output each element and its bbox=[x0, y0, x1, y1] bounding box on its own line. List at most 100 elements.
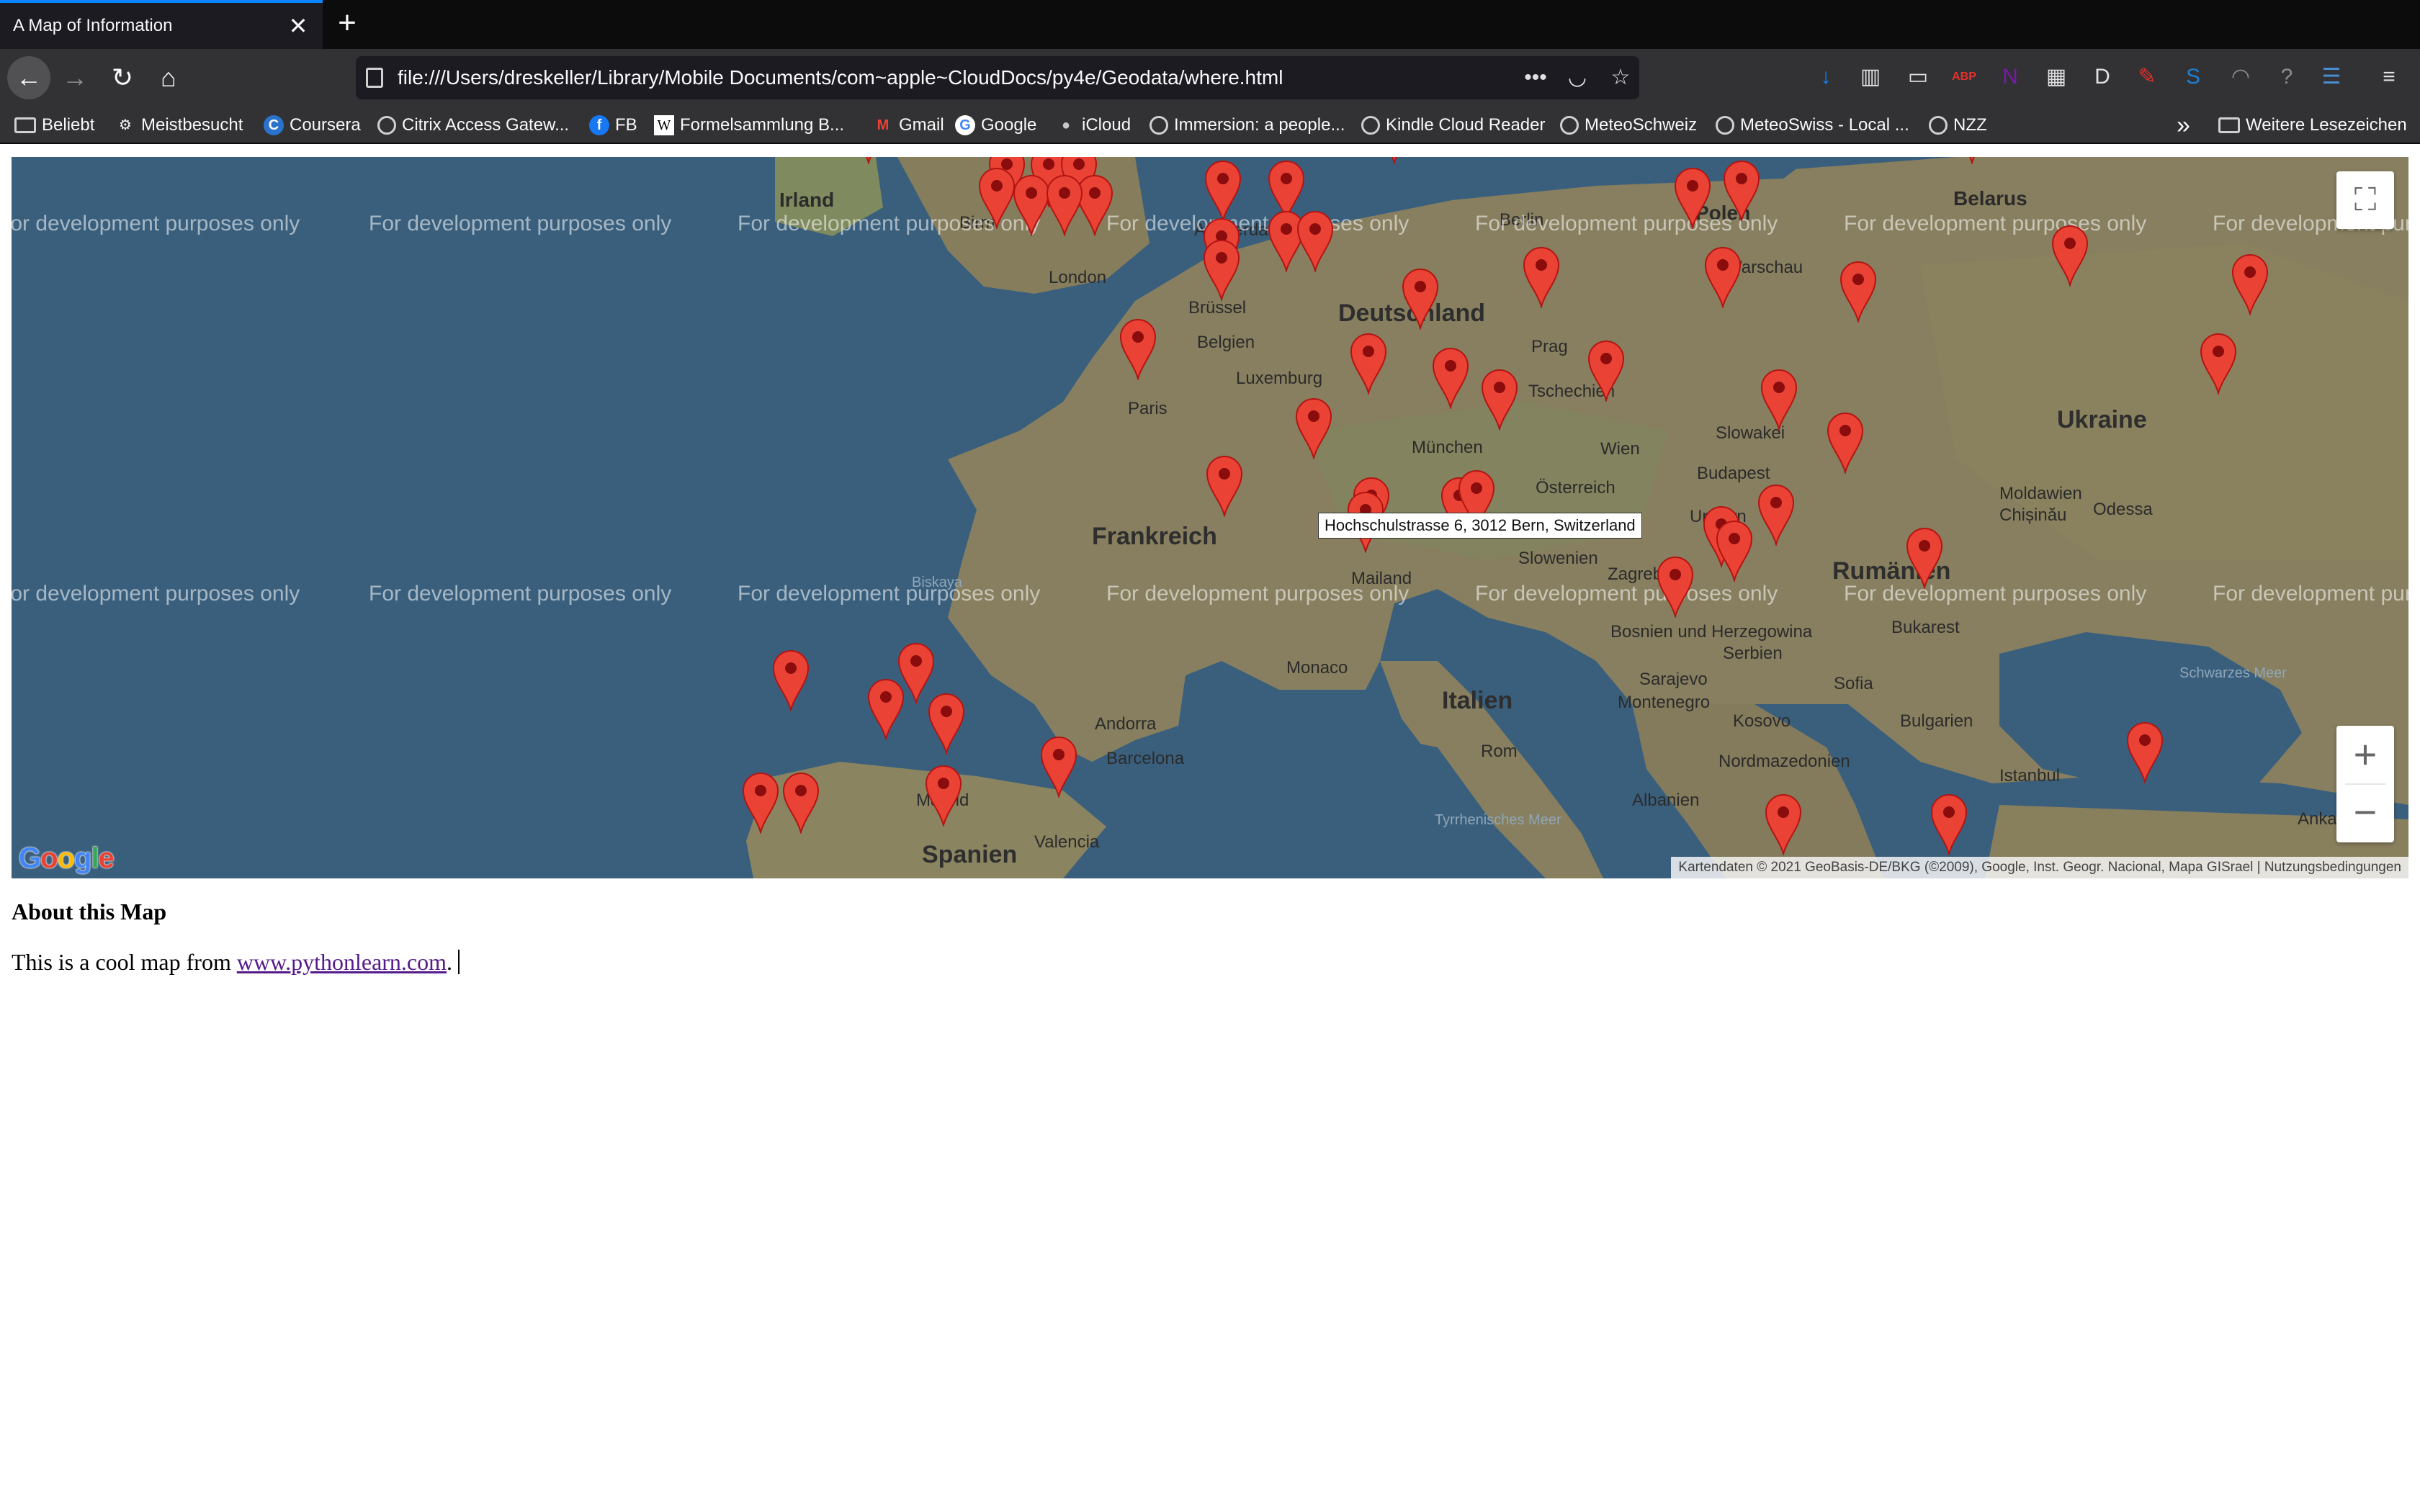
map-marker[interactable] bbox=[1295, 209, 1335, 272]
map-attribution[interactable]: Kartendaten © 2021 GeoBasis-DE/BKG (©200… bbox=[1671, 857, 2408, 878]
map-marker[interactable] bbox=[1721, 158, 1762, 222]
map-marker[interactable] bbox=[1203, 158, 1243, 222]
map-marker[interactable] bbox=[1400, 266, 1440, 330]
map-marker[interactable] bbox=[2050, 223, 2090, 287]
google-logo[interactable]: Google bbox=[19, 842, 115, 875]
map-label-odessa: Odessa bbox=[2093, 500, 2153, 519]
map-marker[interactable] bbox=[1586, 338, 1626, 402]
map-marker[interactable] bbox=[926, 691, 967, 755]
menu-icon[interactable]: ≡ bbox=[2372, 60, 2406, 94]
map-marker[interactable] bbox=[1672, 166, 1713, 229]
map-marker[interactable] bbox=[1763, 792, 1803, 855]
bookmark-formelsammlung-b[interactable]: W Formelsammlung B... bbox=[654, 112, 844, 138]
bookmark-google[interactable]: G Google bbox=[955, 112, 1036, 138]
bookmark-citrix-access-gatew[interactable]: Citrix Access Gatew... bbox=[377, 112, 569, 138]
bookmark-meteoschweiz[interactable]: MeteoSchweiz bbox=[1560, 112, 1697, 138]
s-extension-icon[interactable]: S bbox=[2177, 60, 2210, 94]
forward-button[interactable]: → bbox=[53, 56, 97, 99]
map-marker[interactable] bbox=[923, 763, 964, 827]
map-marker[interactable] bbox=[1430, 346, 1471, 409]
map-marker[interactable] bbox=[1294, 396, 1334, 459]
bookmark-star-icon[interactable]: ☆ bbox=[1606, 63, 1635, 92]
bookmark-label: Coursera bbox=[290, 115, 361, 135]
map-label-spanien: Spanien bbox=[922, 841, 1018, 868]
map-marker[interactable] bbox=[1759, 367, 1799, 431]
map-marker[interactable] bbox=[1374, 157, 1415, 164]
bookmark-label: Google bbox=[981, 115, 1037, 135]
grid-extension-icon[interactable]: ▦ bbox=[2040, 60, 2073, 94]
map-marker[interactable] bbox=[1703, 245, 1743, 308]
map-marker[interactable] bbox=[2230, 252, 2270, 315]
bookmark-beliebt[interactable]: Beliebt bbox=[14, 112, 94, 138]
bookmark-immersion-a-people[interactable]: Immersion: a people... bbox=[1150, 112, 1345, 138]
map-marker[interactable] bbox=[1039, 734, 1079, 798]
bookmark-nzz[interactable]: NZZ bbox=[1929, 112, 1987, 138]
about-heading: About this Map bbox=[12, 899, 167, 924]
map-marker[interactable] bbox=[1204, 454, 1245, 517]
map-marker[interactable] bbox=[1201, 238, 1242, 301]
map-marker[interactable] bbox=[1825, 410, 1865, 474]
zoom-out-button[interactable]: − bbox=[2336, 785, 2394, 842]
pen-extension-icon[interactable]: ✎ bbox=[2130, 60, 2164, 94]
map-marker[interactable] bbox=[848, 157, 889, 164]
back-button[interactable]: ← bbox=[7, 56, 50, 99]
map-marker[interactable] bbox=[1655, 554, 1695, 618]
adblock-icon[interactable]: ABP bbox=[1948, 60, 1981, 94]
headphones-icon[interactable]: ◠ bbox=[2224, 60, 2257, 94]
map-marker[interactable] bbox=[1904, 526, 1945, 589]
bookmark-label: NZZ bbox=[1953, 115, 1987, 135]
map-marker[interactable] bbox=[740, 770, 781, 834]
map-marker[interactable] bbox=[1118, 317, 1158, 380]
new-tab-button[interactable]: + bbox=[330, 7, 364, 42]
map-label-belgien: Belgien bbox=[1197, 333, 1255, 352]
map-view[interactable]: Irland Deutschland Polen Belarus Ukraine Fran… bbox=[12, 157, 2408, 878]
list-extension-icon[interactable]: ☰ bbox=[2315, 60, 2348, 94]
zoom-in-button[interactable]: + bbox=[2336, 726, 2394, 783]
map-marker[interactable] bbox=[2198, 331, 2238, 395]
map-label-moldawien: Moldawien bbox=[1999, 484, 2082, 503]
bookmark-gmail[interactable]: M Gmail bbox=[873, 112, 944, 138]
bookmark-meteoswiss-local[interactable]: MeteoSwiss - Local ... bbox=[1716, 112, 1909, 138]
map-marker[interactable] bbox=[1714, 518, 1754, 582]
map-label-bosnien: Bosnien und Herzegowina bbox=[1610, 622, 1813, 642]
map-marker[interactable] bbox=[781, 770, 821, 834]
map-label-bruessel: Brüssel bbox=[1188, 298, 1247, 318]
dev-watermark: For development purposes only bbox=[2213, 582, 2408, 606]
map-marker[interactable] bbox=[771, 648, 811, 711]
home-button[interactable]: ⌂ bbox=[147, 56, 190, 99]
bookmark-kindle-cloud-reader[interactable]: Kindle Cloud Reader bbox=[1361, 112, 1545, 138]
bookmark-coursera[interactable]: C Coursera bbox=[264, 112, 361, 138]
map-marker[interactable] bbox=[1521, 245, 1561, 308]
map-marker[interactable] bbox=[1348, 331, 1389, 395]
bookmarks-overflow-icon[interactable]: » bbox=[2177, 112, 2190, 139]
map-label-montenegro: Montenegro bbox=[1618, 693, 1711, 712]
page-actions-icon[interactable]: ••• bbox=[1521, 63, 1550, 92]
library-icon[interactable]: ▥ bbox=[1854, 60, 1887, 94]
map-marker[interactable] bbox=[1756, 482, 1796, 546]
fullscreen-button[interactable]: ⛶ bbox=[2336, 171, 2394, 229]
pythonlearn-link[interactable]: www.pythonlearn.com bbox=[237, 949, 447, 975]
bookmark-fb[interactable]: f FB bbox=[589, 112, 637, 138]
bookmark-icloud[interactable]: ● iCloud bbox=[1056, 112, 1131, 138]
url-input[interactable]: file:///Users/dreskeller/Library/Mobile … bbox=[398, 66, 1283, 89]
map-marker[interactable] bbox=[1929, 792, 1969, 855]
map-marker[interactable] bbox=[1044, 173, 1085, 236]
bookmark-meistbesucht[interactable]: ⚙ Meistbesucht bbox=[115, 112, 243, 138]
map-marker[interactable] bbox=[977, 166, 1017, 229]
url-bar[interactable]: file:///Users/dreskeller/Library/Mobile … bbox=[356, 56, 1639, 99]
pocket-icon[interactable]: ◡ bbox=[1563, 63, 1592, 92]
map-marker[interactable] bbox=[2125, 720, 2165, 783]
map-marker[interactable] bbox=[1838, 259, 1878, 323]
map-marker[interactable] bbox=[1952, 157, 1992, 164]
d-extension-icon[interactable]: D bbox=[2086, 60, 2119, 94]
dev-watermark: For development purposes only bbox=[369, 582, 672, 606]
sidebar-icon[interactable]: ▭ bbox=[1901, 60, 1935, 94]
download-icon[interactable]: ↓ bbox=[1809, 60, 1842, 94]
tab-close-icon[interactable]: ✕ bbox=[285, 12, 311, 40]
reload-button[interactable]: ↻ bbox=[101, 56, 144, 99]
map-marker[interactable] bbox=[1479, 367, 1520, 431]
other-bookmarks[interactable]: Weitere Lesezeichen bbox=[2218, 112, 2407, 138]
tab-active[interactable]: A Map of Information ✕ bbox=[0, 0, 323, 49]
onenote-icon[interactable]: N bbox=[1994, 60, 2027, 94]
help-icon[interactable]: ? bbox=[2270, 60, 2303, 94]
